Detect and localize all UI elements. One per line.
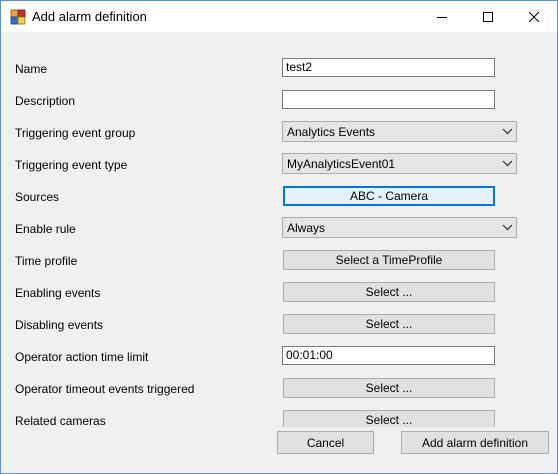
description-input[interactable] — [282, 90, 495, 109]
disabling-events-label: Disabling events — [15, 318, 104, 332]
enable-rule-label: Enable rule — [15, 222, 76, 236]
chevron-down-icon — [502, 160, 513, 167]
related-cameras-label: Related cameras — [15, 414, 106, 428]
close-icon — [529, 11, 539, 22]
enable-rule-select[interactable]: Always — [282, 217, 517, 238]
triggering-event-type-label: Triggering event type — [15, 158, 128, 172]
triggering-event-group-value: Analytics Events — [287, 125, 376, 139]
disabling-events-select-button[interactable]: Select ... — [283, 314, 495, 334]
triggering-event-group-label: Triggering event group — [15, 126, 136, 140]
close-button[interactable] — [511, 1, 557, 32]
maximize-icon — [483, 11, 493, 22]
triggering-event-group-select[interactable]: Analytics Events — [282, 121, 517, 142]
description-label: Description — [15, 94, 76, 108]
maximize-button[interactable] — [465, 1, 511, 32]
name-label: Name — [15, 62, 48, 76]
sources-button[interactable]: ABC - Camera — [283, 186, 495, 206]
app-icon — [10, 9, 26, 25]
chevron-down-icon — [502, 224, 513, 231]
enable-rule-value: Always — [287, 221, 326, 235]
operator-action-time-limit-input[interactable]: 00:01:00 — [282, 346, 495, 365]
minimize-icon — [437, 16, 447, 18]
add-alarm-definition-dialog: Add alarm definition Name test2 Descript… — [0, 0, 558, 474]
sources-label: Sources — [15, 190, 60, 204]
dialog-footer: Cancel Add alarm definition — [1, 427, 557, 473]
operator-timeout-events-select-button[interactable]: Select ... — [283, 378, 495, 398]
cancel-button[interactable]: Cancel — [277, 431, 374, 454]
enabling-events-label: Enabling events — [15, 286, 101, 300]
time-profile-label: Time profile — [15, 254, 78, 268]
chevron-down-icon — [502, 128, 513, 135]
title-bar: Add alarm definition — [1, 1, 557, 32]
window-title: Add alarm definition — [32, 9, 147, 24]
triggering-event-type-value: MyAnalyticsEvent01 — [287, 157, 396, 171]
operator-action-time-limit-label: Operator action time limit — [15, 350, 149, 364]
add-alarm-definition-button[interactable]: Add alarm definition — [401, 431, 549, 454]
triggering-event-type-select[interactable]: MyAnalyticsEvent01 — [282, 153, 517, 174]
name-input[interactable]: test2 — [282, 58, 495, 77]
operator-timeout-events-label: Operator timeout events triggered — [15, 382, 195, 396]
enabling-events-select-button[interactable]: Select ... — [283, 282, 495, 302]
select-time-profile-button[interactable]: Select a TimeProfile — [283, 250, 495, 270]
minimize-button[interactable] — [419, 1, 465, 32]
